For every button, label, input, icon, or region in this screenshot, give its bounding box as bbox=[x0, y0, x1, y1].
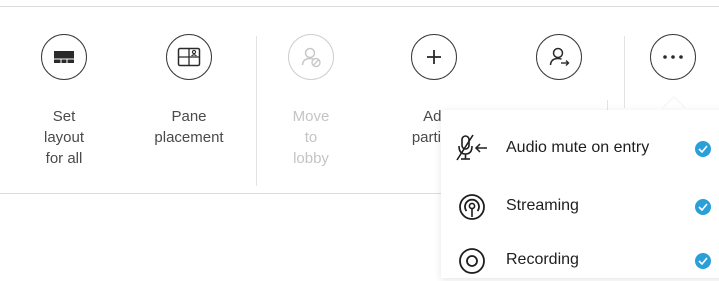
checkmark-icon bbox=[695, 199, 711, 215]
set-layout-label: Set layout for all bbox=[43, 108, 85, 167]
pane-placement-label: Pane placement bbox=[154, 108, 224, 146]
move-to-lobby-icon bbox=[301, 47, 321, 68]
layout-icon bbox=[54, 51, 74, 63]
menu-item-audio-mute-on-entry[interactable]: Audio mute on entry bbox=[441, 129, 719, 169]
pane-placement-icon bbox=[177, 47, 201, 67]
top-divider bbox=[0, 6, 719, 7]
plus-icon bbox=[427, 50, 441, 64]
more-options-icon bbox=[663, 55, 683, 59]
more-options-button-circle[interactable] bbox=[650, 34, 696, 80]
checkmark-icon bbox=[695, 141, 711, 157]
menu-item-label: Recording bbox=[506, 251, 579, 268]
toolbar-separator bbox=[256, 36, 257, 186]
transfer-participant-button-circle[interactable] bbox=[536, 34, 582, 80]
checkmark-icon bbox=[695, 253, 711, 269]
menu-item-label: Streaming bbox=[506, 197, 579, 214]
add-participant-button-circle[interactable] bbox=[411, 34, 457, 80]
mic-muted-icon bbox=[455, 133, 489, 165]
move-to-lobby-button-circle[interactable] bbox=[288, 34, 334, 80]
toolbar-bottom-divider bbox=[0, 193, 441, 194]
menu-item-label: Audio mute on entry bbox=[506, 139, 650, 156]
toolbar-separator bbox=[624, 36, 625, 108]
transfer-participant-icon bbox=[549, 47, 570, 66]
move-to-lobby-label: Move to lobby bbox=[292, 108, 330, 167]
pane-placement-button-circle[interactable] bbox=[166, 34, 212, 80]
toolbar-separator bbox=[607, 100, 608, 110]
menu-item-recording[interactable]: Recording bbox=[441, 241, 719, 281]
menu-item-streaming[interactable]: Streaming bbox=[441, 187, 719, 227]
set-layout-button-circle[interactable] bbox=[41, 34, 87, 80]
streaming-icon bbox=[455, 191, 489, 223]
recording-icon bbox=[455, 245, 489, 277]
